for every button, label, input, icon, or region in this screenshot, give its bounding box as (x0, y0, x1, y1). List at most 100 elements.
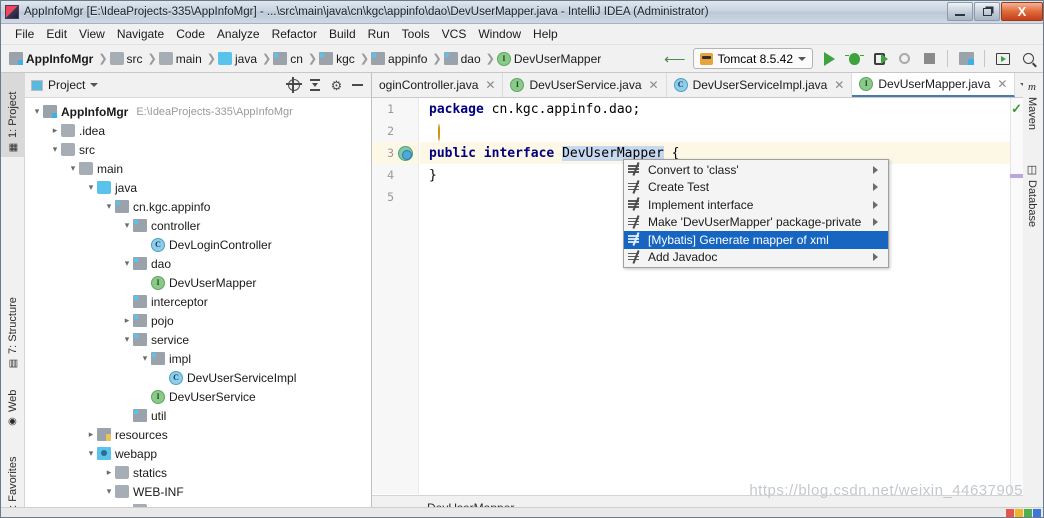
tree-toggle-expanded[interactable]: ▾ (121, 220, 133, 231)
editor-tab-list-button[interactable]: ≡ (1015, 73, 1023, 97)
sidebar-item-web[interactable]: ◉ Web (1, 375, 25, 431)
breadcrumb-item-devusermapper[interactable]: I DevUserMapper (496, 51, 604, 66)
tree-toggle-expanded[interactable]: ▾ (121, 258, 133, 269)
tree-row[interactable]: ▸ .idea (25, 121, 371, 140)
menu-run[interactable]: Run (362, 25, 396, 43)
tree-row[interactable]: ▾ dao (25, 254, 371, 273)
menu-navigate[interactable]: Navigate (111, 25, 170, 43)
tree-toggle-expanded[interactable]: ▾ (103, 486, 115, 497)
debug-button[interactable] (844, 50, 864, 68)
back-arrow-icon[interactable]: ⟶ (664, 50, 686, 68)
editor-tab-devuserserviceimpl[interactable]: C DevUserServiceImpl.java ✕ (666, 73, 853, 97)
tree-toggle-collapsed[interactable]: ▸ (49, 125, 61, 136)
interface-implemented-icon[interactable] (397, 145, 413, 161)
collapse-all-icon[interactable] (309, 79, 321, 91)
context-menu-item-implement-interface[interactable]: Implement interface (624, 196, 888, 214)
tree-row[interactable]: ▾ main (25, 159, 371, 178)
project-structure-button[interactable] (957, 50, 975, 68)
close-button[interactable]: X (1001, 2, 1043, 21)
scroll-to-source-icon[interactable] (286, 77, 302, 93)
context-menu-item-add-javadoc[interactable]: Add Javadoc (624, 249, 888, 267)
tree-row[interactable]: ▾ java (25, 178, 371, 197)
tree-row[interactable]: ▸ statics (25, 463, 371, 482)
menu-tools[interactable]: Tools (396, 25, 436, 43)
tree-toggle-expanded[interactable]: ▾ (85, 448, 97, 459)
menu-view[interactable]: View (73, 25, 111, 43)
tree-row[interactable]: interceptor (25, 292, 371, 311)
tree-row[interactable]: ▾ WEB-INF (25, 482, 371, 501)
close-icon[interactable]: ✕ (997, 77, 1007, 91)
tree-toggle-collapsed[interactable]: ▸ (103, 467, 115, 478)
sidebar-item-maven[interactable]: m Maven (1021, 77, 1043, 147)
menu-refactor[interactable]: Refactor (266, 25, 323, 43)
tree-toggle-collapsed[interactable]: ▸ (85, 429, 97, 440)
tree-row[interactable]: util (25, 406, 371, 425)
tree-row[interactable]: I DevUserService (25, 387, 371, 406)
profile-button[interactable] (895, 50, 913, 68)
tree-row[interactable]: ▾ impl (25, 349, 371, 368)
tree-toggle-expanded[interactable]: ▾ (139, 353, 151, 364)
tree-row[interactable]: I DevUserMapper (25, 273, 371, 292)
tree-row[interactable]: ▾ AppInfoMgr E:\IdeaProjects-335\AppInfoMg… (25, 102, 371, 121)
tree-toggle-expanded[interactable]: ▾ (49, 144, 61, 155)
breadcrumb-item-dao[interactable]: dao (443, 52, 484, 66)
menu-code[interactable]: Code (170, 25, 211, 43)
tree-row[interactable]: ▾ cn.kgc.appinfo (25, 197, 371, 216)
sidebar-item-favorites[interactable]: ★ 2: Favorites (1, 433, 25, 517)
editor-tab-devlogincontroller[interactable]: oginController.java ✕ (372, 73, 504, 97)
tree-row[interactable]: C DevLoginController (25, 235, 371, 254)
code-line-1[interactable]: package cn.kgc.appinfo.dao; (420, 98, 1023, 120)
minimize-button[interactable] (947, 2, 973, 21)
close-icon[interactable]: ✕ (834, 78, 844, 92)
breadcrumb-item-kgc[interactable]: kgc (319, 52, 358, 66)
breadcrumb-item-cn[interactable]: cn (273, 52, 306, 66)
breadcrumb-item-java[interactable]: java (217, 52, 260, 66)
breadcrumb-item-appinfo[interactable]: appinfo (371, 52, 430, 66)
hide-panel-icon[interactable] (352, 84, 363, 86)
tree-toggle-expanded[interactable]: ▾ (103, 201, 115, 212)
chevron-down-icon[interactable] (90, 83, 99, 87)
project-tree[interactable]: ▾ AppInfoMgr E:\IdeaProjects-335\AppInfoMg… (25, 98, 371, 517)
code-editor[interactable]: 1 2 3 4 5 package cn.kgc.appinfo.dao; pu… (372, 98, 1023, 494)
editor-tab-devuserservice[interactable]: I DevUserService.java ✕ (503, 73, 667, 97)
tree-row[interactable]: ▸ pojo (25, 311, 371, 330)
context-menu-item-convert-to-class[interactable]: Convert to 'class' (624, 161, 888, 179)
editor-tab-devusermapper[interactable]: I DevUserMapper.java ✕ (852, 73, 1016, 97)
menu-vcs[interactable]: VCS (436, 25, 473, 43)
tree-row[interactable]: ▾ webapp (25, 444, 371, 463)
breadcrumb-item-src[interactable]: src (109, 52, 146, 66)
gear-icon[interactable]: ⚙ (330, 79, 343, 92)
sidebar-item-project[interactable]: ▦ 1: Project (1, 73, 25, 157)
tree-row[interactable]: C DevUserServiceImpl (25, 368, 371, 387)
menu-build[interactable]: Build (323, 25, 362, 43)
code-text[interactable]: package cn.kgc.appinfo.dao; public inter… (420, 98, 1023, 494)
intention-bulb-icon[interactable] (438, 123, 449, 141)
gutter-icon-slot[interactable] (394, 145, 416, 161)
run-button[interactable] (820, 50, 838, 68)
sidebar-item-structure[interactable]: ▤ 7: Structure (1, 281, 25, 373)
code-line-2[interactable] (420, 120, 1023, 142)
context-menu-item-make-package-private[interactable]: Make 'DevUserMapper' package-private (624, 214, 888, 232)
tree-row[interactable]: ▾ controller (25, 216, 371, 235)
close-icon[interactable]: ✕ (485, 78, 495, 92)
console-button[interactable] (994, 50, 1012, 68)
menu-window[interactable]: Window (472, 25, 527, 43)
close-icon[interactable]: ✕ (649, 78, 659, 92)
maximize-button[interactable] (974, 2, 1000, 21)
menu-edit[interactable]: Edit (40, 25, 73, 43)
tree-toggle-expanded[interactable]: ▾ (121, 334, 133, 345)
run-configuration-selector[interactable]: Tomcat 8.5.42 (692, 48, 813, 69)
tree-row[interactable]: ▾ src (25, 140, 371, 159)
editor-gutter[interactable]: 1 2 3 4 5 (372, 98, 419, 494)
error-stripe-marker-panel[interactable]: ✓ (1010, 98, 1023, 494)
menu-analyze[interactable]: Analyze (211, 25, 266, 43)
run-with-coverage-button[interactable] (870, 50, 888, 68)
breadcrumb-item-module[interactable]: AppInfoMgr (9, 52, 96, 66)
tree-toggle-collapsed[interactable]: ▸ (121, 315, 133, 326)
stripe-marker[interactable] (1010, 174, 1023, 178)
context-menu-item-create-test[interactable]: Create Test (624, 179, 888, 197)
breadcrumb-item-main[interactable]: main (158, 52, 205, 66)
tree-toggle-expanded[interactable]: ▾ (67, 163, 79, 174)
search-everywhere-button[interactable] (1019, 50, 1037, 68)
tree-toggle-expanded[interactable]: ▾ (31, 106, 43, 117)
